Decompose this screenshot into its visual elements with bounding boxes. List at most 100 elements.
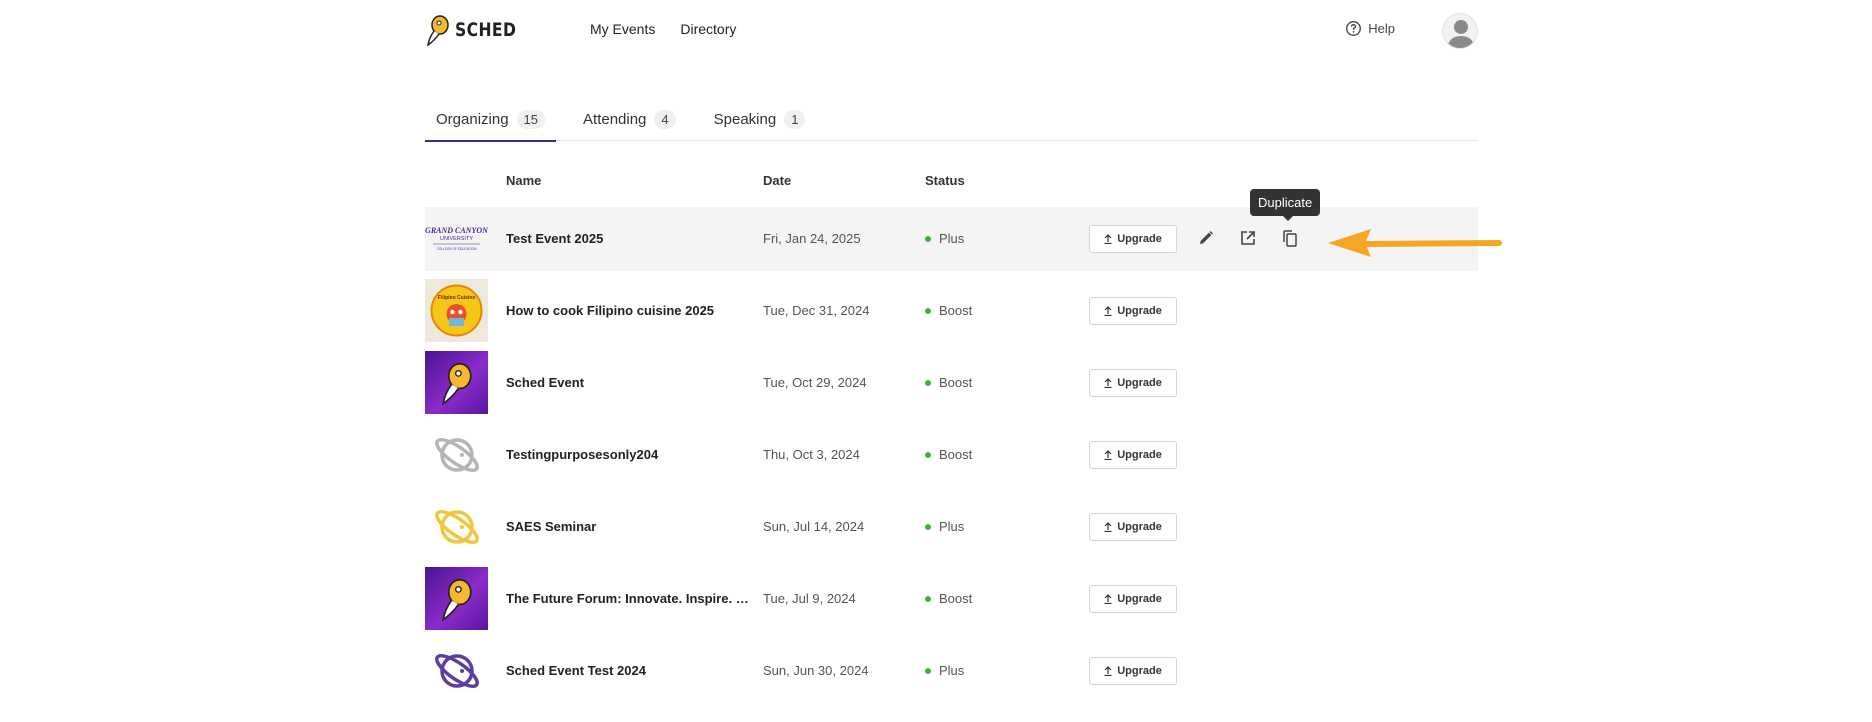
tab-label: Speaking [713, 110, 777, 128]
event-name[interactable]: Sched Event Test 2024 [506, 663, 751, 678]
sched-rocket-icon [427, 15, 449, 46]
status-label: Boost [939, 447, 973, 462]
svg-text:GRAND CANYON: GRAND CANYON [425, 226, 488, 235]
event-date: Sun, Jun 30, 2024 [763, 663, 869, 678]
status-dot [925, 307, 931, 314]
upload-arrow-icon [1104, 306, 1112, 316]
upload-arrow-icon [1104, 378, 1112, 388]
logo-text: SCHED [455, 19, 517, 41]
table-row[interactable]: Testingpurposesonly204 Thu, Oct 3, 2024 … [425, 423, 1478, 487]
tab-speaking[interactable]: Speaking 1 [703, 97, 817, 141]
table-row[interactable]: SAES Seminar Sun, Jul 14, 2024 Plus Upgr… [425, 495, 1478, 559]
status-label: Boost [939, 303, 973, 318]
event-thumbnail-planet [425, 639, 488, 702]
event-status: Boost [925, 591, 972, 606]
gcu-logo: GRAND CANYON UNIVERSITY COLLEGE OF EDUCA… [425, 226, 488, 251]
event-tabs: Organizing 15 Attending 4 Speaking 1 [425, 97, 1478, 142]
planet-icon [434, 653, 479, 688]
upgrade-button[interactable]: Upgrade [1089, 441, 1177, 469]
event-thumbnail-planet [425, 495, 488, 558]
upload-arrow-icon [1104, 522, 1112, 532]
upgrade-label: Upgrade [1117, 305, 1162, 317]
status-label: Plus [939, 231, 965, 246]
event-date: Tue, Oct 29, 2024 [763, 375, 867, 390]
event-name[interactable]: The Future Forum: Innovate. Inspire. Imp… [506, 591, 751, 606]
table-row[interactable]: GRAND CANYON UNIVERSITY COLLEGE OF EDUCA… [425, 207, 1478, 271]
upgrade-button[interactable]: Upgrade [1089, 585, 1177, 613]
event-thumbnail-gcu: GRAND CANYON UNIVERSITY COLLEGE OF EDUCA… [425, 207, 488, 270]
row-actions [1194, 226, 1302, 250]
upload-arrow-icon [1104, 234, 1112, 244]
help-link[interactable]: Help [1345, 20, 1395, 37]
upgrade-label: Upgrade [1117, 449, 1162, 461]
tab-label: Attending [583, 110, 647, 128]
event-thumbnail-planet [425, 423, 488, 486]
upgrade-label: Upgrade [1117, 233, 1162, 245]
open-external-button[interactable] [1236, 226, 1260, 250]
column-header-status: Status [925, 173, 965, 188]
table-row[interactable]: Sched Event Tue, Oct 29, 2024 Boost Upgr… [425, 351, 1478, 415]
event-name[interactable]: Sched Event [506, 375, 751, 390]
planet-icon [434, 509, 479, 544]
event-status: Boost [925, 375, 972, 390]
upgrade-label: Upgrade [1117, 521, 1162, 533]
duplicate-button[interactable] [1278, 226, 1302, 250]
event-status: Boost [925, 447, 972, 462]
sched-rocket-icon [441, 578, 472, 621]
upgrade-label: Upgrade [1117, 593, 1162, 605]
svg-text:UNIVERSITY: UNIVERSITY [440, 236, 473, 242]
status-dot [925, 379, 931, 386]
nav-my-events[interactable]: My Events [590, 21, 655, 37]
duplicate-tooltip: Duplicate [1250, 189, 1321, 221]
status-label: Plus [939, 519, 965, 534]
upgrade-button[interactable]: Upgrade [1089, 513, 1177, 541]
nav-directory[interactable]: Directory [680, 21, 736, 37]
event-date: Tue, Dec 31, 2024 [763, 303, 870, 318]
external-link-icon [1241, 231, 1255, 245]
tab-label: Organizing [436, 110, 509, 128]
help-label: Help [1368, 21, 1395, 36]
filipino-cuisine-badge: Filipino Cuisine [430, 284, 483, 337]
user-avatar[interactable] [1442, 13, 1478, 49]
main-nav: My Events Directory [590, 21, 736, 37]
upload-arrow-icon [1104, 450, 1112, 460]
user-icon [1447, 20, 1475, 48]
pointer-arrow-annotation [1328, 229, 1502, 257]
column-header-date: Date [763, 173, 792, 188]
event-thumbnail-sched [425, 351, 488, 414]
status-dot [925, 235, 931, 242]
tab-count-badge: 1 [784, 109, 806, 129]
help-icon [1346, 21, 1362, 36]
event-name[interactable]: Testingpurposesonly204 [506, 447, 751, 462]
event-name[interactable]: SAES Seminar [506, 519, 751, 534]
table-row[interactable]: Sched Event Test 2024 Sun, Jun 30, 2024 … [425, 639, 1478, 703]
svg-text:COLLEGE OF EDUCATION: COLLEGE OF EDUCATION [437, 247, 477, 251]
event-status: Plus [925, 231, 964, 246]
sched-logo[interactable]: SCHED [425, 14, 530, 46]
status-dot [925, 667, 931, 674]
upgrade-button[interactable]: Upgrade [1089, 225, 1177, 253]
event-date: Tue, Jul 9, 2024 [763, 591, 856, 606]
edit-button[interactable] [1194, 226, 1218, 250]
status-label: Plus [939, 663, 965, 678]
upgrade-button[interactable]: Upgrade [1089, 369, 1177, 397]
upload-arrow-icon [1104, 594, 1112, 604]
pencil-icon [1200, 231, 1213, 244]
event-date: Sun, Jul 14, 2024 [763, 519, 865, 534]
tab-organizing[interactable]: Organizing 15 [425, 97, 557, 142]
table-row[interactable]: Filipino Cuisine How to cook Filipino cu… [425, 279, 1478, 343]
event-status: Plus [925, 519, 964, 534]
event-name[interactable]: Test Event 2025 [506, 231, 751, 246]
upgrade-button[interactable]: Upgrade [1089, 657, 1177, 685]
tab-count-badge: 15 [516, 109, 546, 129]
top-header: SCHED My Events Directory Help [425, 0, 1478, 60]
event-status: Boost [925, 303, 972, 318]
tab-attending[interactable]: Attending 4 [572, 97, 687, 141]
table-row[interactable]: The Future Forum: Innovate. Inspire. Imp… [425, 567, 1478, 631]
upgrade-button[interactable]: Upgrade [1089, 297, 1177, 325]
event-name[interactable]: How to cook Filipino cuisine 2025 [506, 303, 751, 318]
event-date: Thu, Oct 3, 2024 [763, 447, 860, 462]
column-header-name: Name [506, 173, 542, 188]
planet-icon [434, 437, 479, 472]
sched-rocket-icon [441, 362, 472, 405]
